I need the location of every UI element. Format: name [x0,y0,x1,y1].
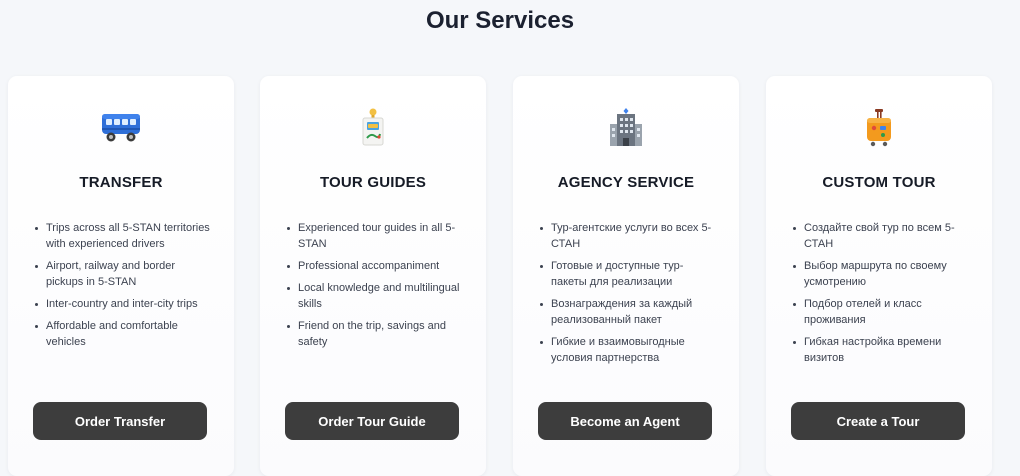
list-item: Тур-агентские услуги во всех 5-СТАН [539,220,717,252]
card-title: AGENCY SERVICE [557,174,695,191]
feature-list: Experienced tour guides in all 5-STAN Pr… [286,220,464,356]
service-card-custom-tour: CUSTOM TOUR Создайте свой тур по всем 5-… [766,76,992,476]
service-card-tour-guides: TOUR GUIDES Experienced tour guides in a… [260,76,486,476]
service-card-transfer: TRANSFER Trips across all 5-STAN territo… [8,76,234,476]
list-item: Гибкая настройка времени визитов [792,334,970,366]
list-item: Local knowledge and multilingual skills [286,280,464,312]
list-item: Inter-country and inter-city trips [34,296,212,312]
list-item: Вознаграждения за каждый реализованный п… [539,296,717,328]
feature-list: Тур-агентские услуги во всех 5-СТАН Гото… [539,220,717,372]
feature-list: Trips across all 5-STAN territories with… [34,220,212,356]
bus-icon [8,104,234,150]
order-transfer-button[interactable]: Order Transfer [33,402,207,440]
list-item: Гибкие и взаимовыгодные условия партнерс… [539,334,717,366]
create-a-tour-button[interactable]: Create a Tour [791,402,965,440]
order-tour-guide-button[interactable]: Order Tour Guide [285,402,459,440]
list-item: Affordable and comfortable vehicles [34,318,212,350]
luggage-icon [766,104,992,150]
list-item: Experienced tour guides in all 5-STAN [286,220,464,252]
list-item: Professional accompaniment [286,258,464,274]
card-title: CUSTOM TOUR [822,174,936,191]
list-item: Friend on the trip, savings and safety [286,318,464,350]
card-title: TRANSFER [79,174,163,191]
service-card-agency-service: AGENCY SERVICE Тур-агентские услуги во в… [513,76,739,476]
feature-list: Создайте свой тур по всем 5-СТАН Выбор м… [792,220,970,372]
section-title: Our Services [425,7,575,34]
card-title: TOUR GUIDES [319,174,427,191]
become-an-agent-button[interactable]: Become an Agent [538,402,712,440]
list-item: Airport, railway and border pickups in 5… [34,258,212,290]
list-item: Trips across all 5-STAN territories with… [34,220,212,252]
list-item: Создайте свой тур по всем 5-СТАН [792,220,970,252]
tour-guide-icon [260,104,486,150]
list-item: Выбор маршрута по своему усмотрению [792,258,970,290]
office-building-icon [513,104,739,150]
list-item: Подбор отелей и класс проживания [792,296,970,328]
list-item: Готовые и доступные тур-пакеты для реали… [539,258,717,290]
services-grid: TRANSFER Trips across all 5-STAN territo… [8,76,1018,476]
